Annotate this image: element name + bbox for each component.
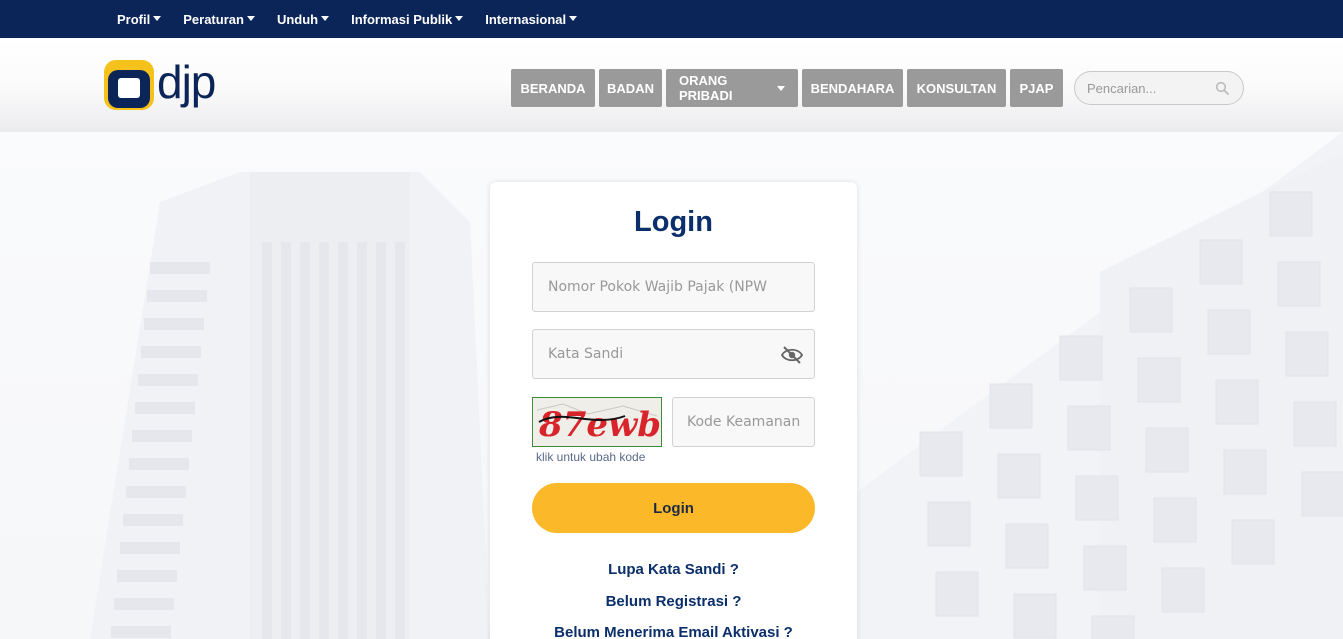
activation-email-link[interactable]: Belum Menerima Email Aktivasi ? (490, 624, 857, 639)
nav-bendahara[interactable]: BENDAHARA (802, 69, 903, 107)
caret-down-icon (455, 15, 464, 21)
top-menu-label: Informasi Publik (351, 11, 453, 27)
nav-orang-pribadi[interactable]: ORANG PRIBADI (666, 69, 798, 107)
password-field (532, 329, 815, 379)
nav-konsultan[interactable]: KONSULTAN (907, 69, 1006, 107)
caret-down-icon (777, 85, 785, 91)
djp-logo[interactable]: djp (104, 56, 234, 112)
nav-label: PJAP (1019, 80, 1054, 96)
top-menu-internasional[interactable]: Internasional (485, 11, 578, 27)
captcha-text: 87ewb (538, 405, 661, 445)
npwp-field (532, 262, 815, 312)
top-menu: Profil Peraturan Unduh Informasi Publik … (117, 0, 599, 38)
top-menu-bar: Profil Peraturan Unduh Informasi Publik … (0, 0, 1343, 38)
caret-down-icon (246, 15, 255, 21)
forgot-password-link[interactable]: Lupa Kata Sandi ? (490, 561, 857, 578)
captcha-image[interactable]: 87ewb (532, 397, 662, 447)
login-button[interactable]: Login (532, 483, 815, 533)
nav-badan[interactable]: BADAN (599, 69, 662, 107)
register-link[interactable]: Belum Registrasi ? (490, 593, 857, 610)
search-icon[interactable] (1215, 81, 1229, 95)
captcha-graphic: 87ewb (533, 398, 661, 446)
captcha-field (672, 397, 815, 447)
refresh-captcha-link[interactable]: klik untuk ubah kode (536, 450, 645, 464)
top-menu-label: Peraturan (183, 11, 244, 27)
top-menu-peraturan[interactable]: Peraturan (183, 12, 255, 27)
top-menu-informasi-publik[interactable]: Informasi Publik (351, 11, 464, 27)
caret-down-icon (321, 15, 330, 21)
login-card: Login 87ewb klik untuk ubah kode Login L… (490, 182, 857, 639)
caret-down-icon (569, 15, 578, 21)
main-nav: BERANDA BADAN ORANG PRIBADI BENDAHARA KO… (511, 69, 1063, 107)
nav-pjap[interactable]: PJAP (1010, 69, 1063, 107)
search-box (1074, 71, 1244, 105)
search-input[interactable] (1087, 80, 1207, 96)
nav-label: BADAN (607, 80, 654, 96)
eye-slash-icon[interactable] (781, 346, 803, 364)
top-menu-profil[interactable]: Profil (117, 11, 162, 27)
captcha-input[interactable] (687, 414, 807, 430)
top-menu-label: Internasional (485, 11, 567, 27)
npwp-input[interactable] (548, 279, 768, 295)
logo-text: djp (157, 56, 216, 108)
nav-label: BERANDA (520, 80, 586, 96)
top-menu-unduh[interactable]: Unduh (276, 11, 330, 27)
top-menu-label: Unduh (276, 11, 319, 27)
djp-logo-icon (104, 60, 154, 110)
login-title: Login (634, 206, 713, 238)
site-header: djp BERANDA BADAN ORANG PRIBADI BENDAHAR… (0, 38, 1343, 132)
top-menu-label: Profil (117, 11, 151, 27)
nav-label: KONSULTAN (916, 80, 997, 96)
nav-label: BENDAHARA (810, 80, 895, 96)
nav-label: ORANG PRIBADI (679, 73, 733, 103)
caret-down-icon (153, 15, 162, 21)
nav-beranda[interactable]: BERANDA (511, 69, 595, 107)
password-input[interactable] (548, 346, 768, 362)
